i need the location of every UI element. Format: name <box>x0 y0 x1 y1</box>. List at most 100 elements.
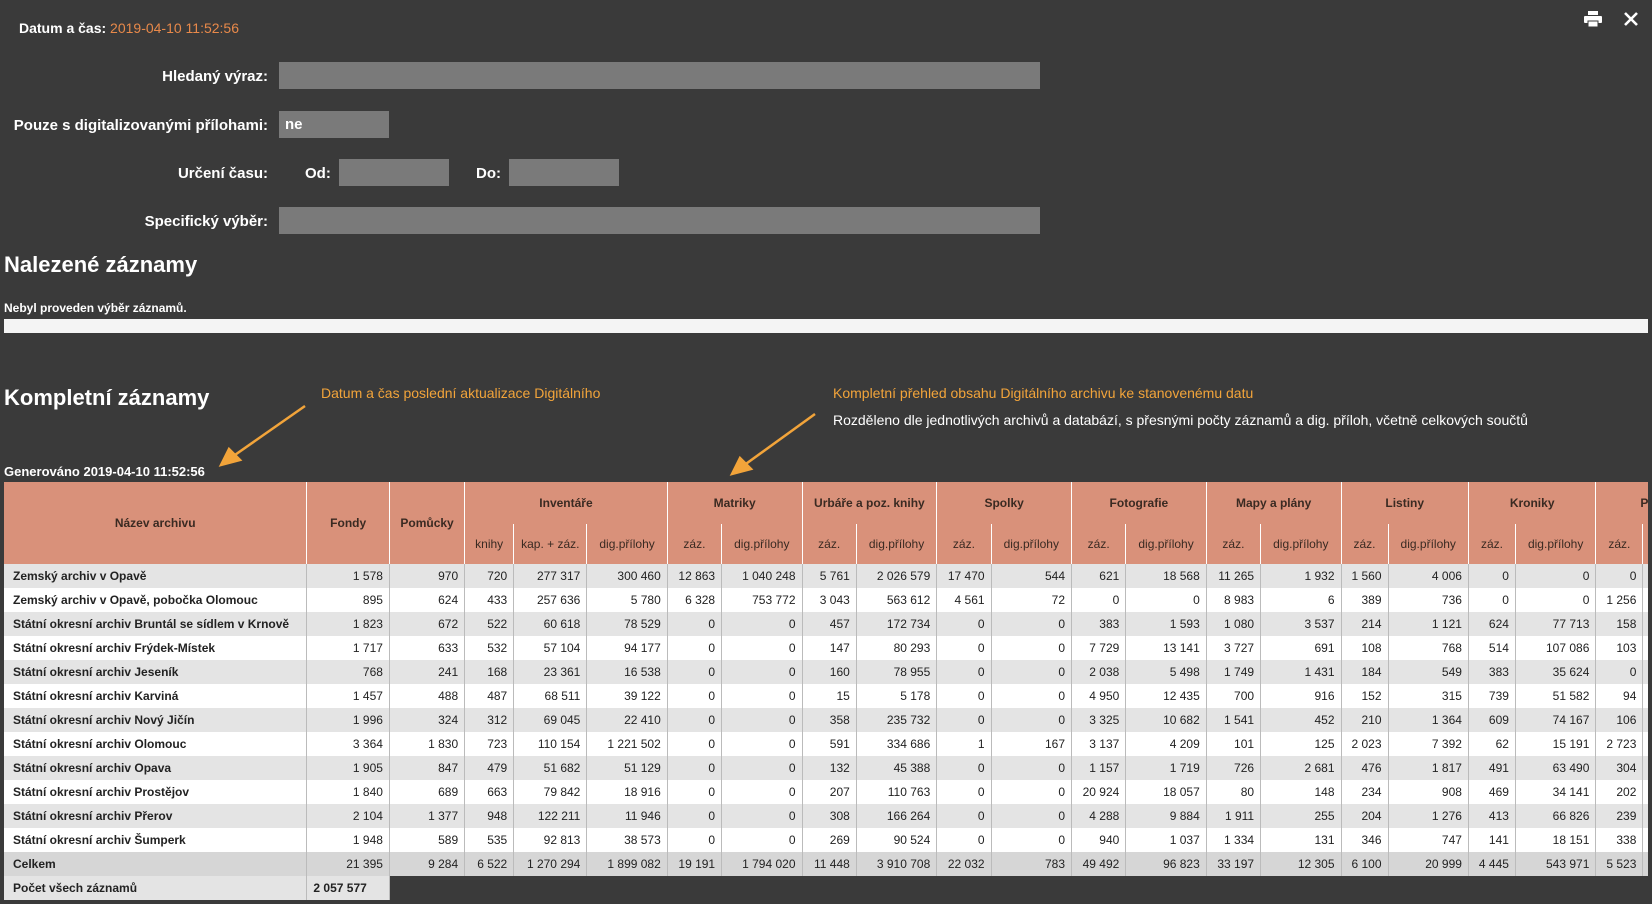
table-row: Zemský archiv v Opavě 1 578 970 720 277 317 3… <box>4 564 1648 588</box>
value-cell: 1 817 <box>1388 756 1469 780</box>
arrow-to-generated <box>231 404 306 459</box>
value-cell: 5 178 <box>856 684 938 708</box>
total-cell: 19 191 <box>667 852 723 876</box>
record-count-label: Počet všech záznamů <box>4 876 308 900</box>
value-cell: 1 749 <box>1206 660 1262 684</box>
value-cell: 1 334 <box>1206 828 1262 852</box>
value-cell: 1 823 <box>306 612 390 636</box>
to-input[interactable] <box>509 159 619 186</box>
value-cell: 141 <box>1468 828 1516 852</box>
value-cell: 234 <box>1341 780 1389 804</box>
value-cell: 491 <box>1468 756 1516 780</box>
value-cell: 591 <box>802 732 857 756</box>
value-cell: 4 288 <box>1071 804 1127 828</box>
value-cell: 723 <box>464 732 515 756</box>
value-cell: 51 129 <box>586 756 668 780</box>
datetime-label: Datum a čas: <box>19 20 107 36</box>
value-cell: 3 364 <box>306 732 390 756</box>
subheader-zaz: záz. <box>667 524 723 564</box>
table-body: Zemský archiv v Opavě 1 578 970 720 277 317 3… <box>4 564 1648 900</box>
subheader-zaz: záz. <box>1206 524 1262 564</box>
value-cell: 158 <box>1595 612 1644 636</box>
total-cell: 3 910 708 <box>856 852 938 876</box>
archive-name-cell: Státní okresní archiv Přerov <box>4 804 308 828</box>
value-cell: 739 <box>1468 684 1516 708</box>
value-cell: 9 884 <box>1125 804 1207 828</box>
value-cell: 80 <box>1206 780 1262 804</box>
complete-records-table: Název archivu Fondy Pomůcky Inventáře Ma… <box>4 482 1648 904</box>
total-label: Celkem <box>4 852 308 876</box>
value-cell: 544 <box>991 564 1073 588</box>
total-cell: 9 284 <box>389 852 466 876</box>
value-cell: 940 <box>1071 828 1127 852</box>
value-cell: 4 950 <box>1071 684 1127 708</box>
value-cell: 0 <box>667 660 723 684</box>
value-cell: 38 573 <box>586 828 668 852</box>
value-cell <box>1642 660 1648 684</box>
value-cell: 13 141 <box>1125 636 1207 660</box>
value-cell: 35 624 <box>1515 660 1597 684</box>
subheader-kap-zaz: kap. + záz. <box>513 524 588 564</box>
value-cell: 12 435 <box>1125 684 1207 708</box>
print-button[interactable] <box>1582 10 1604 32</box>
value-cell: 358 <box>802 708 857 732</box>
value-cell: 15 <box>802 684 857 708</box>
table-row: Státní okresní archiv Nový Jičín 1 996 324… <box>4 708 1648 732</box>
archive-name-cell: Zemský archiv v Opavě, pobočka Olomouc <box>4 588 308 612</box>
digital-only-select[interactable]: ne <box>279 111 389 138</box>
value-cell: 304 <box>1595 756 1644 780</box>
value-cell: 0 <box>721 780 803 804</box>
value-cell: 433 <box>464 588 515 612</box>
value-cell: 277 317 <box>513 564 588 588</box>
value-cell: 66 826 <box>1515 804 1597 828</box>
value-cell: 184 <box>1341 660 1389 684</box>
value-cell: 18 916 <box>586 780 668 804</box>
value-cell: 63 490 <box>1515 756 1597 780</box>
value-cell: 1 <box>936 732 992 756</box>
subheader-zaz: záz. <box>802 524 857 564</box>
value-cell: 94 177 <box>586 636 668 660</box>
table-row: Státní okresní archiv Karviná 1 457 488 487… <box>4 684 1648 708</box>
close-button[interactable] <box>1620 10 1642 32</box>
specific-select[interactable] <box>279 207 1040 234</box>
value-cell: 0 <box>721 612 803 636</box>
value-cell: 2 038 <box>1071 660 1127 684</box>
table-row: Státní okresní archiv Olomouc 3 364 1 830 7… <box>4 732 1648 756</box>
value-cell: 239 <box>1595 804 1644 828</box>
search-input[interactable] <box>279 62 1040 89</box>
value-cell: 168 <box>464 660 515 684</box>
total-cell: 49 492 <box>1071 852 1127 876</box>
value-cell: 0 <box>667 708 723 732</box>
value-cell: 0 <box>721 636 803 660</box>
value-cell: 2 023 <box>1341 732 1389 756</box>
value-cell: 457 <box>802 612 857 636</box>
generated-timestamp: Generováno 2019-04-10 11:52:56 <box>4 464 205 479</box>
value-cell: 74 167 <box>1515 708 1597 732</box>
value-cell: 895 <box>306 588 390 612</box>
value-cell: 535 <box>464 828 515 852</box>
value-cell: 39 122 <box>586 684 668 708</box>
value-cell: 609 <box>1468 708 1516 732</box>
from-input[interactable] <box>339 159 449 186</box>
value-cell: 2 104 <box>306 804 390 828</box>
value-cell: 108 <box>1341 636 1389 660</box>
subheader-dig: dig.přílohy <box>991 524 1073 564</box>
table-row: Státní okresní archiv Opava 1 905 847 479 51… <box>4 756 1648 780</box>
value-cell: 214 <box>1341 612 1389 636</box>
subheader-dig: dig.přílohy <box>1260 524 1342 564</box>
value-cell: 1 037 <box>1125 828 1207 852</box>
value-cell: 0 <box>991 804 1073 828</box>
value-cell: 107 086 <box>1515 636 1597 660</box>
total-cell: 783 <box>991 852 1073 876</box>
value-cell: 94 <box>1595 684 1644 708</box>
value-cell: 125 <box>1260 732 1342 756</box>
specific-label: Specifický výběr: <box>144 213 268 230</box>
header-fotografie: Fotografie <box>1071 482 1207 524</box>
value-cell: 514 <box>1468 636 1516 660</box>
value-cell: 3 043 <box>802 588 857 612</box>
value-cell: 0 <box>667 756 723 780</box>
total-cell: 1 899 082 <box>586 852 668 876</box>
value-cell: 589 <box>389 828 466 852</box>
value-cell: 0 <box>1468 564 1516 588</box>
search-label: Hledaný výraz: <box>162 68 268 85</box>
